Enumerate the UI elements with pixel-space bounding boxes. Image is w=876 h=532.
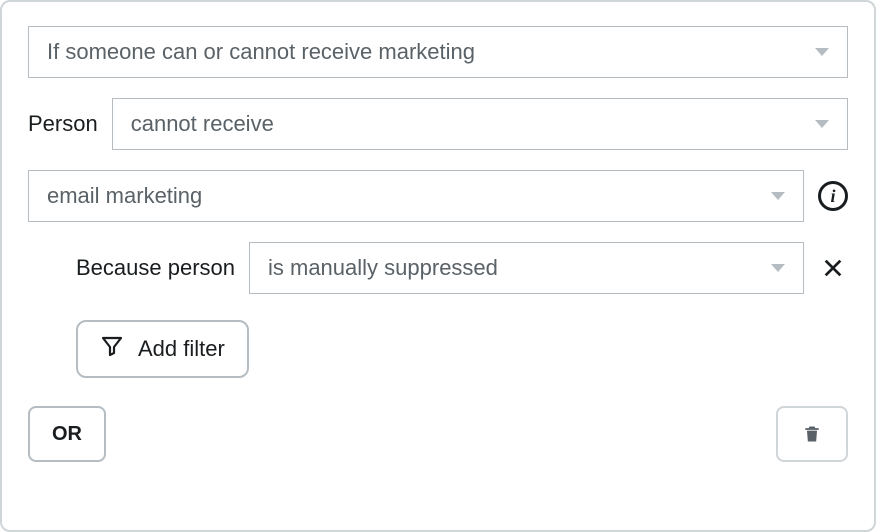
- reason-value: is manually suppressed: [268, 255, 498, 281]
- remove-reason-button[interactable]: [818, 253, 848, 283]
- reason-row: Because person is manually suppressed: [28, 242, 848, 294]
- trash-icon: [802, 423, 822, 445]
- or-label: OR: [52, 423, 82, 446]
- delete-button[interactable]: [776, 406, 848, 462]
- reason-label: Because person: [76, 255, 235, 281]
- chevron-down-icon: [815, 120, 829, 128]
- close-icon: [822, 257, 844, 279]
- person-condition-value: cannot receive: [131, 111, 274, 137]
- chevron-down-icon: [771, 264, 785, 272]
- condition-type-select[interactable]: If someone can or cannot receive marketi…: [28, 26, 848, 78]
- condition-type-row: If someone can or cannot receive marketi…: [28, 26, 848, 78]
- funnel-icon: [100, 334, 124, 364]
- info-icon[interactable]: i: [818, 181, 848, 211]
- add-filter-button[interactable]: Add filter: [76, 320, 249, 378]
- person-condition-select[interactable]: cannot receive: [112, 98, 848, 150]
- chevron-down-icon: [771, 192, 785, 200]
- or-button[interactable]: OR: [28, 406, 106, 462]
- condition-type-value: If someone can or cannot receive marketi…: [47, 39, 475, 65]
- footer-row: OR: [28, 406, 848, 462]
- chevron-down-icon: [815, 48, 829, 56]
- person-row: Person cannot receive: [28, 98, 848, 150]
- channel-row: email marketing i: [28, 170, 848, 222]
- add-filter-row: Add filter: [28, 320, 848, 378]
- person-label: Person: [28, 111, 98, 137]
- add-filter-label: Add filter: [138, 336, 225, 362]
- channel-select[interactable]: email marketing: [28, 170, 804, 222]
- channel-value: email marketing: [47, 183, 202, 209]
- filter-condition-panel: If someone can or cannot receive marketi…: [0, 0, 876, 532]
- reason-select[interactable]: is manually suppressed: [249, 242, 804, 294]
